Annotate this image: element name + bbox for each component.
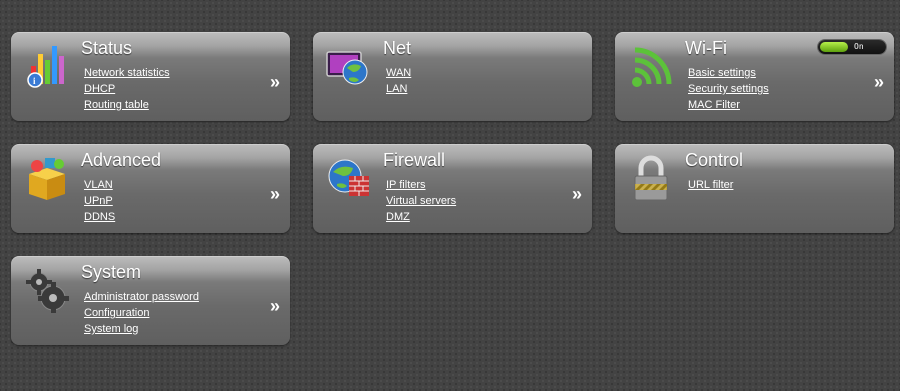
link-dmz[interactable]: DMZ [386, 209, 456, 225]
card-advanced: Advanced VLAN UPnP DDNS » [11, 144, 290, 233]
card-status: i Status Network statistics DHCP Routing… [11, 32, 290, 121]
card-system: System Administrator password Configurat… [11, 256, 290, 345]
status-more-button[interactable]: » [270, 72, 280, 93]
link-upnp[interactable]: UPnP [84, 193, 115, 209]
card-firewall: Firewall IP filters Virtual servers DMZ … [313, 144, 592, 233]
link-virtual-servers[interactable]: Virtual servers [386, 193, 456, 209]
card-links: URL filter [688, 177, 733, 193]
link-ddns[interactable]: DDNS [84, 209, 115, 225]
link-administrator-password[interactable]: Administrator password [84, 289, 199, 305]
wifi-more-button[interactable]: » [874, 72, 884, 93]
link-system-log[interactable]: System log [84, 321, 199, 337]
card-net: Net WAN LAN [313, 32, 592, 121]
link-ip-filters[interactable]: IP filters [386, 177, 456, 193]
link-routing-table[interactable]: Routing table [84, 97, 170, 113]
toggle-knob [820, 42, 848, 52]
wifi-signal-icon [627, 42, 675, 90]
card-links: Administrator password Configuration Sys… [84, 289, 199, 337]
link-wan[interactable]: WAN [386, 65, 411, 81]
card-title: Advanced [81, 150, 162, 170]
card-links: VLAN UPnP DDNS [84, 177, 115, 225]
system-more-button[interactable]: » [270, 296, 280, 317]
link-vlan[interactable]: VLAN [84, 177, 115, 193]
advanced-box-icon [23, 154, 71, 202]
padlock-icon [627, 154, 675, 202]
firewall-globe-icon [325, 154, 373, 202]
wifi-toggle[interactable]: On [818, 40, 886, 54]
card-title: Net [383, 38, 412, 58]
card-title: System [81, 262, 142, 282]
card-links: IP filters Virtual servers DMZ [386, 177, 456, 225]
link-network-statistics[interactable]: Network statistics [84, 65, 170, 81]
card-control: Control URL filter [615, 144, 894, 233]
toggle-label: On [854, 42, 864, 51]
card-title: Control [685, 150, 744, 170]
link-security-settings[interactable]: Security settings [688, 81, 769, 97]
card-links: Basic settings Security settings MAC Fil… [688, 65, 769, 113]
advanced-more-button[interactable]: » [270, 184, 280, 205]
gears-icon [23, 266, 71, 314]
card-title: Firewall [383, 150, 446, 170]
card-title: Status [81, 38, 133, 58]
link-dhcp[interactable]: DHCP [84, 81, 170, 97]
status-chart-icon: i [23, 42, 71, 90]
card-title: Wi-Fi [685, 38, 727, 58]
card-links: Network statistics DHCP Routing table [84, 65, 170, 113]
firewall-more-button[interactable]: » [572, 184, 582, 205]
link-configuration[interactable]: Configuration [84, 305, 199, 321]
link-basic-settings[interactable]: Basic settings [688, 65, 769, 81]
net-globe-monitor-icon [325, 42, 373, 90]
card-wifi: Wi-Fi On Basic settings Security setting… [615, 32, 894, 121]
link-url-filter[interactable]: URL filter [688, 177, 733, 193]
card-links: WAN LAN [386, 65, 411, 97]
link-lan[interactable]: LAN [386, 81, 411, 97]
link-mac-filter[interactable]: MAC Filter [688, 97, 769, 113]
